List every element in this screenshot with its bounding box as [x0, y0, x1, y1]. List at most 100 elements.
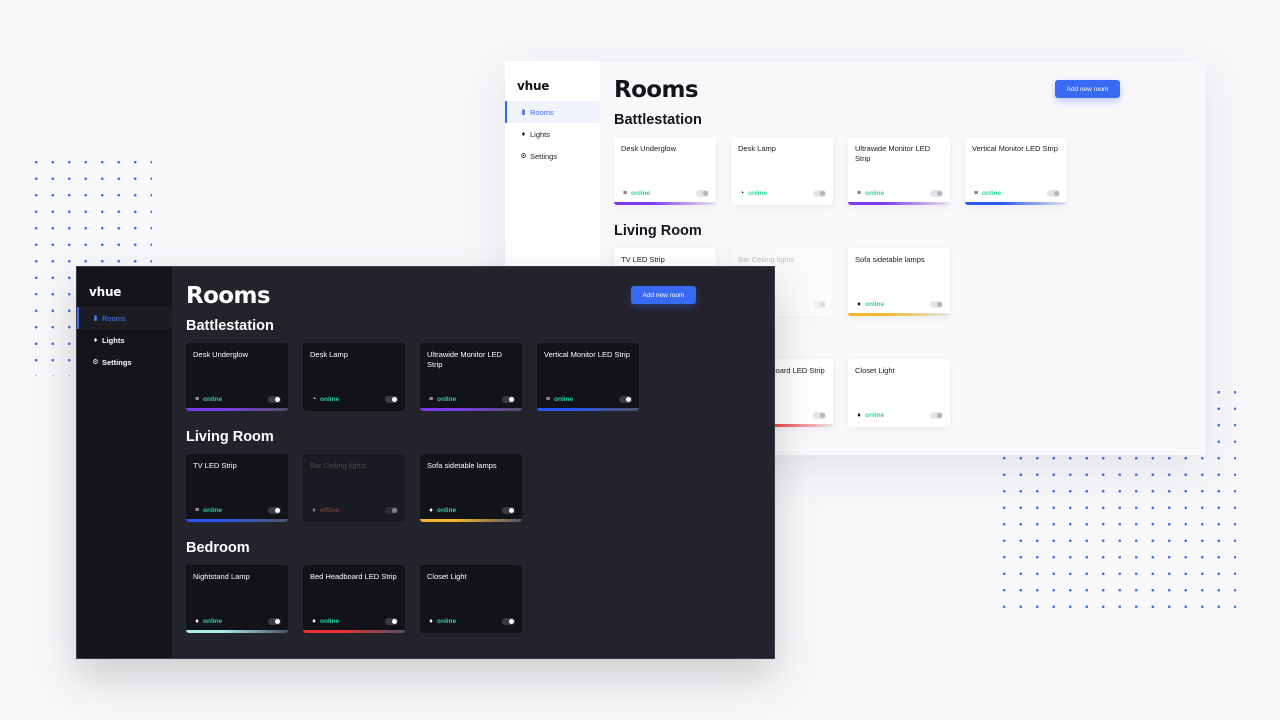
light-card[interactable]: Desk Lamp ◔ online	[731, 137, 833, 205]
sidebar: vhue ▮ Rooms ♦ Lights ⚙ Settings	[77, 267, 172, 658]
light-card[interactable]: Nightstand Lamp ♦ online	[186, 565, 288, 633]
status-text: online	[865, 300, 885, 308]
led-strip-icon: ≡	[622, 189, 628, 197]
toggle-knob	[937, 413, 942, 418]
light-color-bar	[848, 313, 950, 316]
light-card[interactable]: Ultrawide Monitor LED Strip ≡ online	[420, 343, 522, 411]
add-new-room-button[interactable]: Add new room	[1055, 80, 1120, 98]
power-toggle[interactable]	[930, 190, 943, 197]
light-color-bar	[420, 519, 522, 522]
led-strip-icon: ≡	[194, 506, 200, 514]
power-toggle[interactable]	[502, 618, 515, 625]
bulb-icon: ♦	[429, 617, 433, 625]
light-card[interactable]: Ultrawide Monitor LED Strip ≡ online	[848, 137, 950, 205]
power-toggle[interactable]	[813, 412, 826, 419]
light-name: Desk Underglow	[193, 350, 249, 359]
room-title: Battlestation	[614, 112, 702, 128]
light-color-bar	[848, 202, 950, 205]
light-name: Ultrawide Monitor LED Strip	[855, 144, 931, 163]
power-toggle[interactable]	[619, 396, 632, 403]
toggle-knob	[509, 619, 514, 624]
light-card[interactable]: Closet Light ♦ online	[848, 359, 950, 427]
light-name: Desk Underglow	[621, 144, 677, 153]
power-toggle[interactable]	[502, 396, 515, 403]
light-card[interactable]: Vertical Monitor LED Strip ≡ online	[965, 137, 1067, 205]
desk-lamp-icon: ◔	[311, 395, 317, 403]
room-section: Battlestation Desk Underglow ≡ online Desk L…	[614, 109, 1191, 220]
toggle-knob	[509, 397, 514, 402]
power-toggle[interactable]	[502, 507, 515, 514]
light-name: TV LED Strip	[193, 461, 237, 470]
room-title: Battlestation	[186, 318, 274, 334]
toggle-knob	[820, 413, 825, 418]
status-text: online	[982, 189, 1002, 197]
room-title: Bedroom	[186, 540, 250, 556]
light-card[interactable]: Desk Underglow ≡ online	[186, 343, 288, 411]
power-toggle[interactable]	[930, 301, 943, 308]
power-toggle[interactable]	[268, 507, 281, 514]
status-text: online	[203, 395, 223, 403]
status-text: online	[865, 189, 885, 197]
light-card[interactable]: Bar Ceiling lights ♦ offline	[303, 454, 405, 522]
main-content: Rooms Add new room Battlestation Desk Und…	[172, 267, 774, 658]
light-card[interactable]: Desk Underglow ≡ online	[614, 137, 716, 205]
light-card[interactable]: Bed Headboard LED Strip ♦ online	[303, 565, 405, 633]
status-text: online	[320, 395, 340, 403]
toggle-knob	[1054, 191, 1059, 196]
light-card[interactable]: Closet Light ♦ online	[420, 565, 522, 633]
sidebar-item-label: Lights	[530, 129, 551, 139]
light-card[interactable]: Desk Lamp ◔ online	[303, 343, 405, 411]
light-name: Bar Ceiling lights	[310, 461, 367, 470]
sidebar-item-settings[interactable]: ⚙ Settings	[77, 351, 172, 373]
status-text: online	[748, 189, 768, 197]
power-toggle[interactable]	[1047, 190, 1060, 197]
power-toggle[interactable]	[385, 396, 398, 403]
light-color-bar	[186, 630, 288, 633]
sidebar-item-rooms[interactable]: ▮ Rooms	[77, 307, 172, 329]
sidebar-item-lights[interactable]: ♦ Lights	[77, 329, 172, 351]
status-indicator: ≡online	[972, 189, 1001, 197]
status-text: online	[203, 506, 223, 514]
sidebar-item-settings[interactable]: ⚙ Settings	[505, 145, 600, 167]
led-strip-icon: ≡	[856, 189, 862, 197]
add-new-room-button[interactable]: Add new room	[631, 286, 696, 304]
sidebar-item-lights[interactable]: ♦ Lights	[505, 123, 600, 145]
toggle-knob	[509, 508, 514, 513]
status-indicator: ≡online	[621, 189, 650, 197]
power-toggle[interactable]	[696, 190, 709, 197]
light-name: Desk Lamp	[310, 350, 348, 359]
led-strip-icon: ≡	[545, 395, 551, 403]
light-card[interactable]: Sofa sidetable lamps ♦ online	[420, 454, 522, 522]
toggle-knob	[937, 302, 942, 307]
bulb-icon: ♦	[195, 617, 199, 625]
light-color-bar	[420, 408, 522, 411]
status-indicator: ♦ online	[193, 617, 222, 625]
toggle-knob	[392, 619, 397, 624]
toggle-knob	[820, 191, 825, 196]
gear-icon: ⚙	[92, 359, 99, 366]
bulb-icon: ♦	[429, 506, 433, 514]
light-card-grid: Nightstand Lamp♦onlineBed Headboard LED …	[186, 565, 760, 648]
light-name: Bar Ceiling lights	[738, 255, 795, 264]
bulb-icon: ♦	[312, 617, 316, 625]
power-toggle[interactable]	[385, 507, 398, 514]
power-toggle[interactable]	[930, 412, 943, 419]
power-toggle[interactable]	[813, 301, 826, 308]
power-toggle[interactable]	[268, 618, 281, 625]
power-toggle[interactable]	[385, 618, 398, 625]
status-indicator: ≡online	[427, 395, 456, 403]
status-text: online	[437, 395, 457, 403]
sidebar-item-label: Settings	[102, 357, 132, 367]
power-toggle[interactable]	[813, 190, 826, 197]
toggle-knob	[275, 508, 280, 513]
power-toggle[interactable]	[268, 396, 281, 403]
light-card[interactable]: TV LED Strip ≡online	[186, 454, 288, 522]
light-name: TV LED Strip	[621, 255, 665, 264]
light-color-bar	[965, 202, 1067, 205]
light-card[interactable]: Vertical Monitor LED Strip ≡ online	[537, 343, 639, 411]
led-strip-icon: ≡	[428, 395, 434, 403]
light-card[interactable]: Sofa sidetable lamps ♦ online	[848, 248, 950, 316]
light-card-grid: TV LED Strip ≡online Bar Ceiling lights♦of…	[186, 454, 760, 537]
sidebar-item-rooms[interactable]: ▮ Rooms	[505, 101, 600, 123]
toggle-knob	[626, 397, 631, 402]
